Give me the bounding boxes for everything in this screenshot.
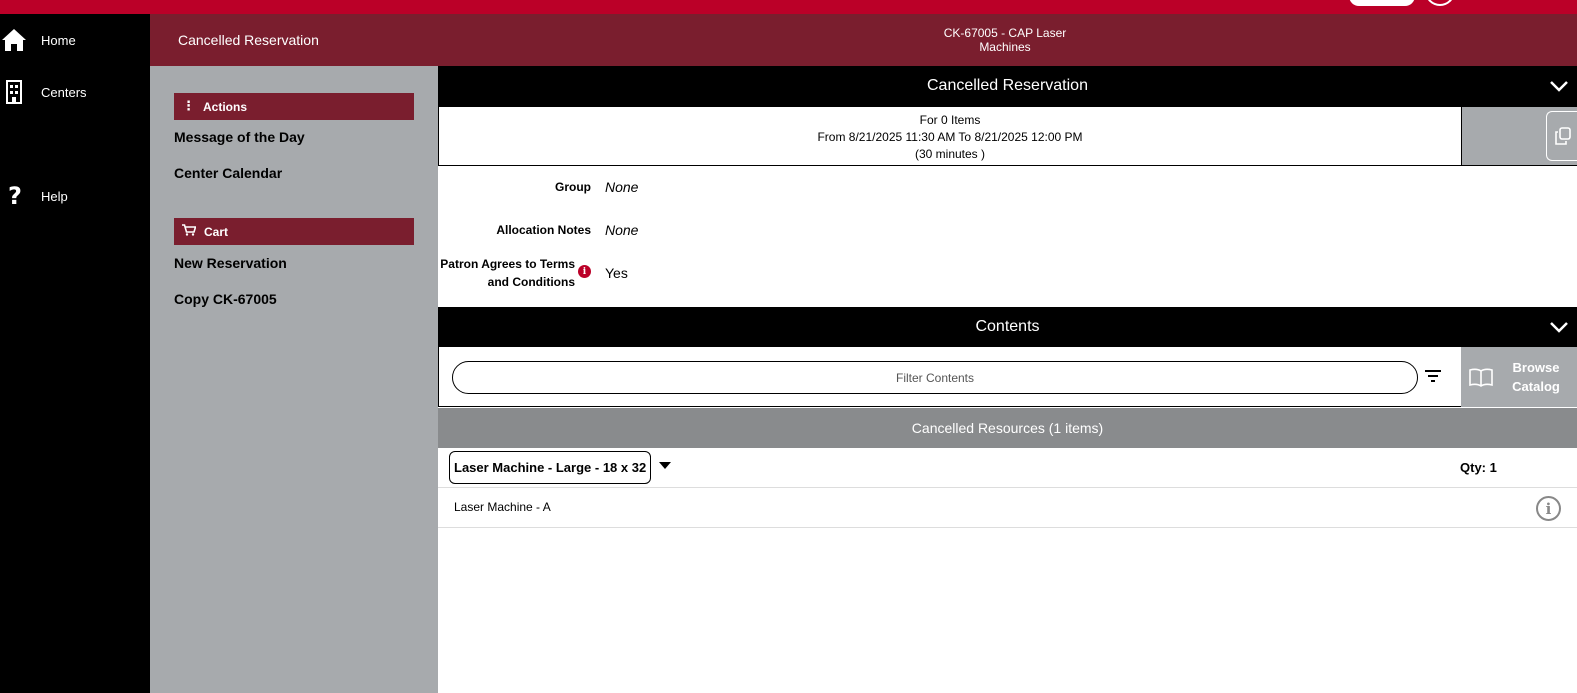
actions-heading: ⋮ Actions xyxy=(174,93,414,120)
cart-heading: Cart xyxy=(174,218,414,245)
help-icon: ? xyxy=(8,182,22,210)
terms-label: Patron Agrees to Terms and Conditions xyxy=(440,257,575,289)
cancelled-resources-header: Cancelled Resources (1 items) xyxy=(438,408,1577,448)
building-icon xyxy=(0,78,28,106)
header-bar: Cancelled Reservation CK-67005 - CAP Las… xyxy=(150,14,1577,66)
chevron-down-icon[interactable] xyxy=(1549,76,1569,96)
action-message-of-the-day[interactable]: Message of the Day xyxy=(174,129,305,145)
summary-text: For 0 Items From 8/21/2025 11:30 AM To 8… xyxy=(439,112,1461,163)
browse-catalog-button[interactable]: Browse Catalog xyxy=(1461,347,1577,407)
book-icon xyxy=(1469,368,1493,387)
resource-qty: Qty: 1 xyxy=(1460,460,1497,475)
nav-item-centers[interactable]: Centers xyxy=(0,72,150,112)
actions-heading-label: Actions xyxy=(203,99,248,114)
list-item: Laser Machine - A i xyxy=(438,488,1577,528)
caret-down-icon[interactable] xyxy=(659,462,671,469)
copy-button[interactable] xyxy=(1546,111,1577,161)
top-pill-button[interactable] xyxy=(1349,0,1415,6)
summary-duration: (30 minutes ) xyxy=(914,147,986,161)
chevron-down-icon[interactable] xyxy=(1549,317,1569,337)
summary-time: From 8/21/2025 11:30 AM To 8/21/2025 12:… xyxy=(817,130,1083,144)
nav-item-home[interactable]: Home xyxy=(0,20,150,60)
nav-label-home: Home xyxy=(41,32,76,48)
nav-label-help: Help xyxy=(41,188,68,204)
left-nav: Home Centers ? Help xyxy=(0,14,150,693)
resource-type-select[interactable]: Laser Machine - Large - 18 x 32 xyxy=(449,451,652,484)
nav-item-help[interactable]: ? Help xyxy=(0,176,150,216)
reservation-section-title: Cancelled Reservation xyxy=(927,77,1088,94)
resource-type-row: Laser Machine - Large - 18 x 32 Qty: 1 xyxy=(438,448,1577,488)
action-center-calendar[interactable]: Center Calendar xyxy=(174,165,282,181)
allocation-notes-label: Allocation Notes xyxy=(496,223,591,237)
cart-copy-reservation[interactable]: Copy CK-67005 xyxy=(174,291,277,307)
kebab-icon: ⋮ xyxy=(182,99,195,114)
cart-icon xyxy=(182,223,197,240)
group-value: None xyxy=(605,179,639,195)
resource-item-name: Laser Machine - A xyxy=(454,500,551,514)
filter-row: Browse Catalog xyxy=(438,347,1577,407)
top-user-icon[interactable] xyxy=(1425,0,1455,6)
copy-panel xyxy=(1461,107,1577,165)
browse-catalog-label: Browse Catalog xyxy=(1512,360,1560,394)
copy-icon xyxy=(1554,127,1571,145)
top-bar xyxy=(0,0,1577,14)
allocation-notes-value: None xyxy=(605,222,639,238)
cart-heading-label: Cart xyxy=(204,224,229,239)
summary-items: For 0 Items xyxy=(919,113,981,127)
cart-new-reservation[interactable]: New Reservation xyxy=(174,255,287,271)
terms-value: Yes xyxy=(605,265,628,281)
nav-label-centers: Centers xyxy=(41,84,87,100)
reservation-section-header[interactable]: Cancelled Reservation xyxy=(438,66,1577,106)
side-panel: ⋮ Actions Message of the Day Center Cale… xyxy=(150,66,438,693)
terms-info-icon[interactable]: i xyxy=(578,265,591,278)
home-icon xyxy=(0,26,28,54)
info-icon[interactable]: i xyxy=(1536,496,1561,521)
center-title: CK-67005 - CAP Laser Machines xyxy=(943,26,1067,54)
main-content: Cancelled Reservation For 0 Items From 8… xyxy=(438,66,1577,693)
contents-section-header[interactable]: Contents xyxy=(438,307,1577,347)
page-title: Cancelled Reservation xyxy=(178,32,319,48)
group-label: Group xyxy=(555,180,591,194)
reservation-summary: For 0 Items From 8/21/2025 11:30 AM To 8… xyxy=(438,106,1577,166)
filter-contents-input[interactable] xyxy=(452,361,1418,394)
contents-section-title: Contents xyxy=(975,318,1040,335)
filter-icon[interactable] xyxy=(1424,367,1442,385)
